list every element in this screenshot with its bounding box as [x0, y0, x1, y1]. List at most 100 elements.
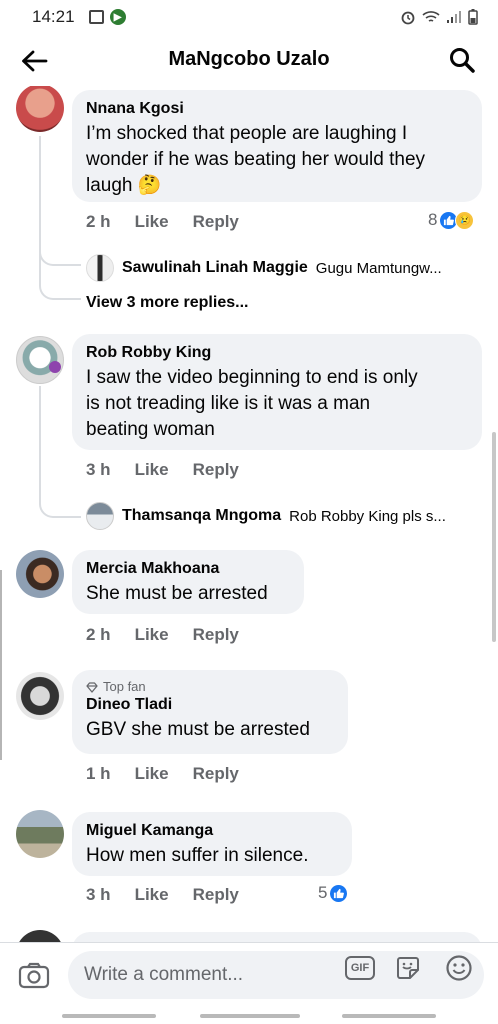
sticker-button[interactable] [394, 954, 422, 982]
sticker-icon [397, 957, 419, 979]
status-time: 14:21 [32, 7, 75, 26]
comment-composer: Write a comment... GIF [0, 942, 498, 1006]
comment-text-line: beating woman [86, 419, 215, 440]
comment-author[interactable]: Miguel Kamanga [86, 821, 338, 841]
comment-text: How men suffer in silence. [86, 843, 338, 869]
reply-snippet: Gugu Mamtungw... [315, 259, 442, 277]
avatar[interactable] [16, 672, 64, 720]
avatar[interactable] [16, 336, 64, 384]
comment-actions: 1 h Like Reply [86, 764, 239, 784]
comment-text: I saw the video beginning to end is only… [86, 365, 468, 443]
reply-button[interactable]: Reply [193, 885, 239, 905]
comment-time: 2 h [86, 625, 111, 644]
like-button[interactable]: Like [135, 625, 169, 645]
comment-time: 3 h [86, 885, 111, 904]
reaction-count: 8 [428, 210, 438, 229]
reaction-summary[interactable]: 5 [318, 883, 349, 903]
thread-line [39, 136, 41, 286]
status-bar: 14:21 ▶ [0, 0, 498, 34]
thread-connector [39, 236, 81, 266]
sad-icon: 😢 [455, 210, 475, 230]
comment-time: 3 h [86, 460, 111, 479]
top-fan-label: Top fan [103, 679, 146, 694]
thread-connector [39, 276, 81, 300]
comment-bubble: Nnana Kgosi I’m shocked that people are … [72, 90, 482, 202]
comment-bubble: Top fan Dineo Tladi GBV she must be arre… [72, 670, 348, 754]
comment-bubble: Miguel Kamanga How men suffer in silence… [72, 812, 352, 876]
avatar [86, 254, 114, 282]
gallery-notification-icon [88, 10, 104, 24]
like-button[interactable]: Like [135, 212, 169, 232]
gem-icon [86, 681, 98, 693]
avatar[interactable] [16, 86, 64, 132]
reaction-summary[interactable]: 8 😢 [428, 210, 475, 230]
reply-button[interactable]: Reply [193, 764, 239, 784]
comment-text: She must be arrested [86, 581, 290, 607]
alarm-icon [401, 11, 415, 25]
system-nav-bar [0, 1006, 498, 1024]
reply-button[interactable]: Reply [193, 625, 239, 645]
camera-button[interactable] [18, 961, 50, 991]
nav-back-indicator[interactable] [342, 1014, 436, 1018]
comment-text-line: How men suffer in silence. [86, 845, 309, 866]
avatar[interactable] [16, 930, 64, 942]
app-notification-icon: ▶ [109, 9, 126, 25]
comment-author[interactable]: Rob Robby King [86, 343, 468, 363]
comment-time: 2 h [86, 212, 111, 231]
page-title: MaNgcobo Uzalo [168, 48, 330, 70]
emoji-button[interactable] [445, 954, 473, 982]
scrollbar[interactable] [492, 432, 496, 642]
like-button[interactable]: Like [135, 885, 169, 905]
reply-preview[interactable]: Thamsanqa Mngoma Rob Robby King pls s... [86, 502, 446, 530]
comment-bubble [72, 932, 482, 942]
thread-line [39, 386, 41, 496]
reply-author: Thamsanqa Mngoma [122, 507, 282, 524]
signal-icon [447, 11, 461, 23]
comment-text-line: She must be arrested [86, 583, 268, 604]
comment-bubble: Rob Robby King I saw the video beginning… [72, 334, 482, 450]
avatar[interactable] [16, 550, 64, 598]
comment-author[interactable]: Dineo Tladi [86, 695, 334, 715]
like-icon [329, 883, 349, 903]
comment-text-line: wonder if he was beating her would they [86, 149, 426, 170]
comment-author[interactable]: Nnana Kgosi [86, 99, 468, 119]
comment-text-line: I’m shocked that people are laughing I [86, 123, 408, 144]
camera-icon [18, 962, 50, 989]
nav-home-indicator[interactable] [200, 1014, 300, 1018]
comment-text: I’m shocked that people are laughing I w… [86, 121, 468, 199]
like-button[interactable]: Like [135, 764, 169, 784]
app-header: MaNgcobo Uzalo [0, 36, 498, 86]
nav-recents-indicator[interactable] [62, 1014, 156, 1018]
comment-author[interactable]: Mercia Makhoana [86, 559, 290, 579]
search-button[interactable] [448, 46, 478, 76]
comment-actions: 3 h Like Reply [86, 885, 239, 905]
reaction-count: 5 [318, 883, 328, 902]
avatar[interactable] [16, 810, 64, 858]
comment-text-line: I saw the video beginning to end is only [86, 367, 418, 388]
top-fan-badge: Top fan [86, 679, 334, 695]
gif-button[interactable]: GIF [345, 956, 375, 980]
reply-button[interactable]: Reply [193, 460, 239, 480]
comments-list: Nnana Kgosi I’m shocked that people are … [0, 86, 498, 942]
comment-input-placeholder: Write a comment... [84, 964, 244, 985]
battery-icon [468, 9, 478, 25]
comment-actions: 2 h Like Reply [86, 212, 239, 232]
comment-time: 1 h [86, 764, 111, 783]
comment-actions: 2 h Like Reply [86, 625, 239, 645]
reply-author: Sawulinah Linah Maggie [122, 259, 308, 276]
comment-actions: 3 h Like Reply [86, 460, 239, 480]
edge-panel-handle[interactable] [0, 570, 2, 760]
comment-text-line: laugh 🤔 [86, 175, 162, 196]
comment-text-line: is not treading like is it was a man [86, 393, 371, 414]
reply-preview[interactable]: Sawulinah Linah Maggie Gugu Mamtungw... [86, 254, 442, 282]
comment-text: GBV she must be arrested [86, 717, 334, 743]
comment-text-line: GBV she must be arrested [86, 719, 310, 740]
like-button[interactable]: Like [135, 460, 169, 480]
emoji-icon [446, 955, 472, 981]
reply-button[interactable]: Reply [193, 212, 239, 232]
comment-bubble: Mercia Makhoana She must be arrested [72, 550, 304, 614]
thread-connector [39, 494, 81, 518]
avatar [86, 502, 114, 530]
wifi-icon [422, 11, 440, 22]
view-more-replies-link[interactable]: View 3 more replies... [86, 294, 248, 312]
